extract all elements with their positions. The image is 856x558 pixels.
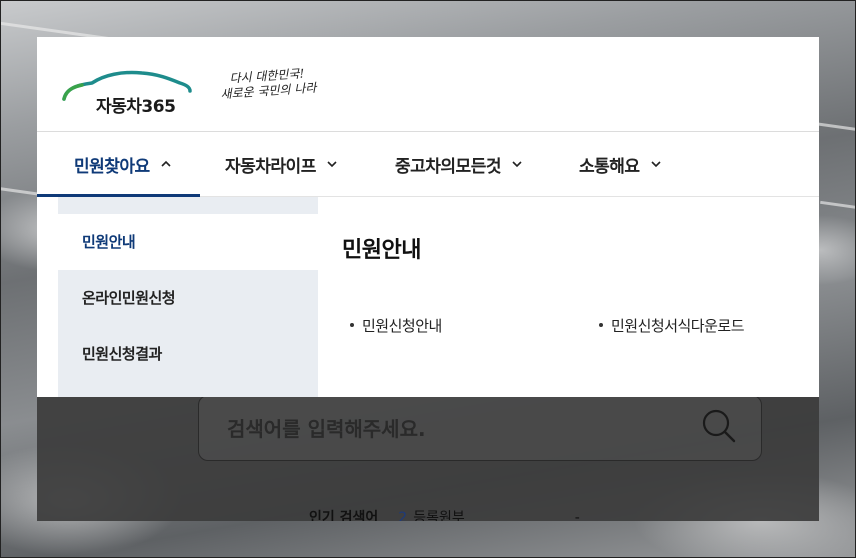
search-button[interactable] [699,406,739,446]
logo-text: 자동차365 [96,97,176,117]
site-logo[interactable]: 자동차365 [62,65,197,117]
bullet-icon [599,322,603,327]
content-title: 민원안내 [342,238,421,263]
popular-keywords: 인기 검색어 2 등록원부 - [309,507,580,521]
gnb-item-civil[interactable]: 민원찾아요 [74,132,172,196]
dim-overlay: 인기 검색어 2 등록원부 - [37,397,819,521]
global-nav: 민원찾아요 자동차라이프 중고차의모든것 소통해요 [37,132,819,197]
site-header: 자동차365 다시 대한민국! 새로운 국민의 나라 [37,37,819,132]
popular-keyword[interactable]: 등록원부 [413,510,465,521]
popular-rank: 2 [398,510,408,521]
bullet-icon [350,322,354,327]
gnb-item-label: 민원찾아요 [74,156,150,177]
submenu-item-guide[interactable]: 민원안내 [82,231,136,252]
gnb-item-carlife[interactable]: 자동차라이프 [225,132,338,196]
gnb-item-label: 중고차의모든것 [395,156,501,177]
gnb-item-label: 자동차라이프 [225,156,316,177]
search-icon [702,409,736,443]
submenu: 민원안내 온라인민원신청 민원신청결과 [58,197,318,397]
search-input[interactable] [225,412,689,446]
link-apply-guide[interactable]: 민원신청안내 [350,315,442,336]
submenu-item-result[interactable]: 민원신청결과 [82,343,162,364]
chevron-down-icon [650,161,661,168]
gnb-item-communicate[interactable]: 소통해요 [579,132,662,196]
popular-label: 인기 검색어 [309,510,379,521]
popular-dash: - [574,510,580,521]
link-label: 민원신청서식다운로드 [611,317,745,335]
chevron-down-icon [512,161,522,168]
gnb-item-usedcar[interactable]: 중고차의모든것 [395,132,523,196]
link-form-download[interactable]: 민원신청서식다운로드 [599,315,745,336]
slogan: 다시 대한민국! 새로운 국민의 나라 [219,66,317,103]
chevron-down-icon [327,161,337,168]
chevron-up-icon [161,160,171,167]
search-box [198,397,762,461]
gnb-item-label: 소통해요 [579,156,640,177]
mega-menu-panel: 자동차365 다시 대한민국! 새로운 국민의 나라 민원찾아요 자동차라이프 … [37,37,819,397]
submenu-item-online-apply[interactable]: 온라인민원신청 [82,287,176,308]
link-label: 민원신청안내 [362,317,442,335]
